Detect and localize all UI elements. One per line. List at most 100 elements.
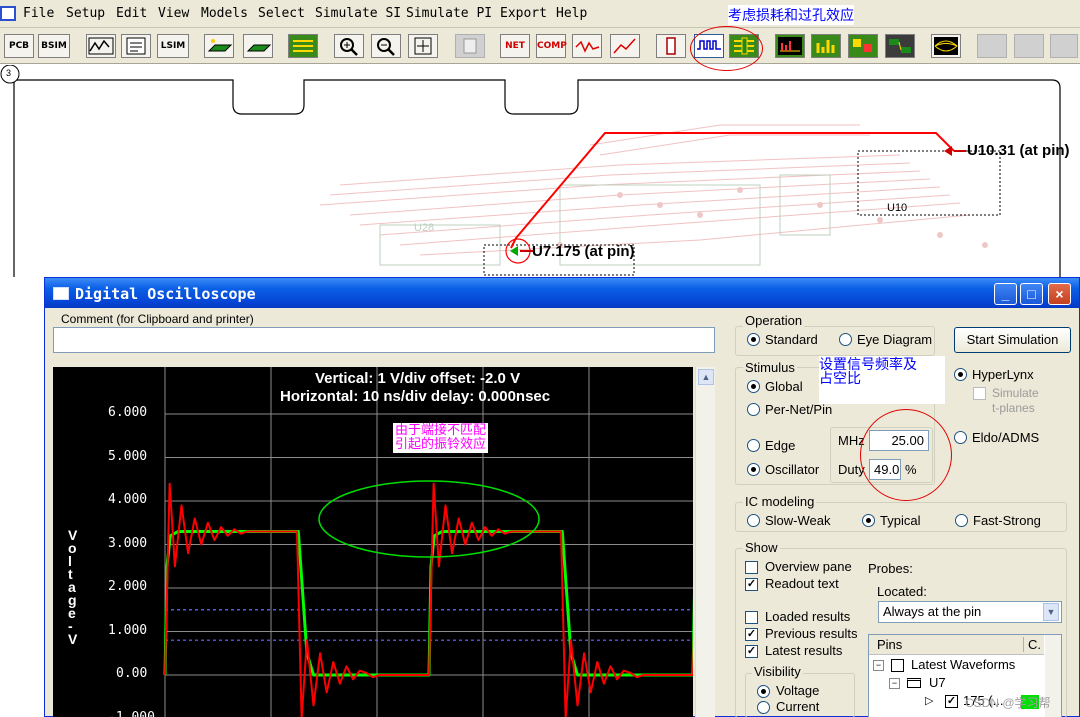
oscillator-radio[interactable] [747,463,760,476]
net-label-u7[interactable]: U7.175 (at pin) [532,243,635,260]
y-tick-label: 2.000 [108,579,148,594]
pcb-button[interactable]: PCB [4,34,34,58]
tree-latest-waveforms[interactable]: Latest Waveforms [911,657,1015,672]
overview-pane-label: Overview pane [765,559,852,574]
eye-diagram-icon[interactable] [931,34,961,58]
annotation-ringing-note: 由于端接不匹配 引起的振铃效应 [393,423,489,453]
annotation-ellipse-toolbar [690,26,763,71]
menu-edit[interactable]: Edit [116,6,147,21]
voltage-label: Voltage [776,683,820,698]
start-simulation-button[interactable]: Start Simulation [954,327,1071,353]
per-net-pin-radio[interactable] [747,403,760,416]
menu-simulate-pi[interactable]: Simulate PI [406,6,492,21]
spectrum-analyzer-icon[interactable] [775,34,805,58]
oscilloscope-window: Digital Oscilloscope _ □ × Comment (for … [44,277,1080,717]
vertical-scrollbar[interactable]: ▲ [695,367,715,717]
disabled-tool-1-icon [977,34,1007,58]
voltage-radio[interactable] [757,685,770,698]
chevron-down-icon[interactable]: ▼ [1043,603,1059,621]
menu-file[interactable]: File [23,6,54,21]
typical-radio[interactable] [862,514,875,527]
ibis-icon[interactable] [848,34,878,58]
maximize-button[interactable]: □ [1020,283,1043,305]
menu-simulate-si[interactable]: Simulate SI [315,6,401,21]
y-tick-label: 4.000 [108,492,148,507]
located-dropdown[interactable]: Always at the pin ▼ [878,601,1062,623]
y-tick-label: 1.000 [108,622,148,638]
eldo-adms-radio[interactable] [954,431,967,444]
annotation-ellipse-stimulus [860,409,952,501]
bsim-button[interactable]: BSIM [38,34,70,58]
collapse-u7-icon[interactable]: − [889,678,900,689]
visibility-title: Visibility [752,664,803,679]
slow-weak-radio[interactable] [747,514,760,527]
lsim-button[interactable]: LSIM [157,34,189,58]
pin-arrow-icon: ▷ [925,695,934,707]
component-icon[interactable] [656,34,686,58]
ref-des-u10: U10 [887,202,908,214]
comment-field[interactable] [53,327,715,353]
fit-all-icon[interactable] [408,34,438,58]
fast-strong-radio[interactable] [955,514,968,527]
board-tab-number[interactable]: 3 [6,68,11,78]
edge-radio[interactable] [747,439,760,452]
current-radio[interactable] [757,701,770,714]
edge-label: Edge [765,438,796,453]
latest-results-label: Latest results [765,643,843,658]
eye-diagram-radio[interactable] [839,333,852,346]
show-title: Show [743,540,780,555]
net-button[interactable]: NET [500,34,530,58]
global-radio[interactable] [747,380,760,393]
annotation-stimulus-note: 设置信号频率及 占空比 [819,356,945,404]
menu-export[interactable]: Export [500,6,547,21]
y-tick-label: 3.000 [108,535,148,551]
board-layer-icon[interactable] [204,34,234,58]
board-file-icon[interactable] [121,34,151,58]
loaded-results-checkbox[interactable] [745,611,758,624]
system-menu-icon[interactable] [0,6,16,21]
hyperlynx-label: HyperLynx [972,367,1034,382]
overview-pane-checkbox[interactable] [745,561,758,574]
net-colors-icon[interactable] [288,34,318,58]
zoom-out-icon[interactable] [371,34,401,58]
minimize-button[interactable]: _ [994,283,1017,305]
schematic-icon[interactable] [86,34,116,58]
pins-column-header[interactable]: Pins [877,637,902,652]
readout-text-checkbox[interactable]: ✓ [745,578,758,591]
drc-icon[interactable] [885,34,915,58]
simulate-tplanes-checkbox[interactable] [973,387,986,400]
loaded-results-label: Loaded results [765,609,851,624]
latest-waveforms-checkbox[interactable] [891,659,904,672]
collapse-icon[interactable]: − [873,660,884,671]
window-title-bar[interactable]: Digital Oscilloscope _ □ × [45,278,1079,308]
report-icon[interactable] [455,34,485,58]
hyperlynx-radio[interactable] [954,368,967,381]
ic-modeling-title: IC modeling [743,494,817,509]
net-label-u10[interactable]: U10.31 (at pin) [967,142,1070,159]
previous-results-checkbox[interactable]: ✓ [745,628,758,641]
horizontal-readout: Horizontal: 10 ns/div delay: 0.000nsec [280,388,551,405]
close-button[interactable]: × [1048,283,1071,305]
c-column-header[interactable]: C. [1023,637,1041,652]
menu-models[interactable]: Models [201,6,248,21]
oscilloscope-display[interactable]: Vertical: 1 V/div offset: -2.0 V Horizon… [53,367,693,717]
previous-results-label: Previous results [765,626,858,641]
standard-radio[interactable] [747,333,760,346]
pin-175-checkbox[interactable]: ✓ [945,695,958,708]
scroll-up-icon[interactable]: ▲ [698,369,714,385]
comp-button[interactable]: COMP [536,34,567,58]
menu-setup[interactable]: Setup [66,6,105,21]
menu-view[interactable]: View [158,6,189,21]
watermark: CSDN @学习帮 [965,696,1051,710]
bar-chart-icon[interactable] [811,34,841,58]
menu-select[interactable]: Select [258,6,305,21]
stackup-icon[interactable] [243,34,273,58]
zoom-in-icon[interactable] [334,34,364,58]
menu-help[interactable]: Help [556,6,587,21]
quick-analysis-icon[interactable] [610,34,640,58]
global-label: Global [765,379,803,394]
tree-u7[interactable]: U7 [929,675,946,690]
probes-title: Probes: [868,561,913,576]
terminator-wizard-icon[interactable] [572,34,602,58]
latest-results-checkbox[interactable]: ✓ [745,645,758,658]
